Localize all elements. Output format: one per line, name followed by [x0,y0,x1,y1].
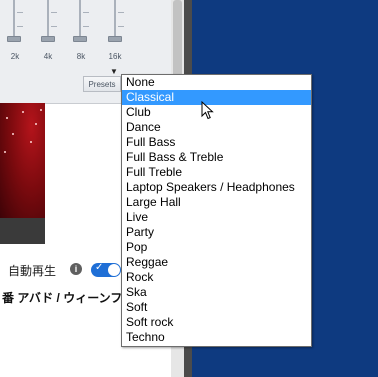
presets-button-label: Presets [88,80,116,89]
video-title[interactable]: 番 アバド / ウィーンフ [2,289,122,306]
eq-slider-4k[interactable] [47,0,49,40]
dropdown-option[interactable]: Classical [122,90,311,105]
dropdown-option[interactable]: Soft [122,300,311,315]
toggle-knob [108,264,120,276]
eq-freq-label: 2k [10,52,20,61]
dropdown-option[interactable]: Reggae [122,255,311,270]
dropdown-option[interactable]: Club [122,105,311,120]
dropdown-option[interactable]: Laptop Speakers / Headphones [122,180,311,195]
video-thumbnail[interactable] [0,103,45,218]
dropdown-option[interactable]: Full Bass & Treble [122,150,311,165]
eq-handle-4k[interactable] [41,36,55,42]
presets-dropdown-list[interactable]: None Classical Club Dance Full Bass Full Bass… [121,74,312,347]
autoplay-label: 自動再生 [8,264,57,278]
eq-slider-8k[interactable] [79,0,81,40]
dropdown-option[interactable]: Dance [122,120,311,135]
dropdown-option[interactable]: Full Treble [122,165,311,180]
check-icon: ✓ [95,262,104,273]
dropdown-option[interactable]: Pop [122,240,311,255]
eq-handle-16k[interactable] [108,36,122,42]
eq-handle-2k[interactable] [7,36,21,42]
dropdown-option[interactable]: Techno [122,330,311,345]
eq-freq-label: 4k [43,52,53,61]
eq-slider-2k[interactable] [13,0,15,40]
eq-slider-16k[interactable] [114,0,116,40]
dropdown-option[interactable]: Ska [122,285,311,300]
dropdown-option[interactable]: None [122,75,311,90]
eq-freq-label: 8k [76,52,86,61]
autoplay-toggle[interactable]: ✓ [91,262,121,277]
presets-button[interactable]: Presets [83,76,121,92]
video-thumbnail-footer [0,218,45,244]
dropdown-option[interactable]: Soft rock [122,315,311,330]
info-icon[interactable]: i [70,263,82,275]
dropdown-option[interactable]: Party [122,225,311,240]
eq-freq-label: 16k [108,52,122,61]
dropdown-arrow-icon: ▼ [110,67,118,76]
mouse-cursor-icon [201,101,214,120]
eq-handle-8k[interactable] [73,36,87,42]
dropdown-option[interactable]: Rock [122,270,311,285]
dropdown-option[interactable]: Live [122,210,311,225]
dropdown-option[interactable]: Full Bass [122,135,311,150]
dropdown-option[interactable]: Large Hall [122,195,311,210]
